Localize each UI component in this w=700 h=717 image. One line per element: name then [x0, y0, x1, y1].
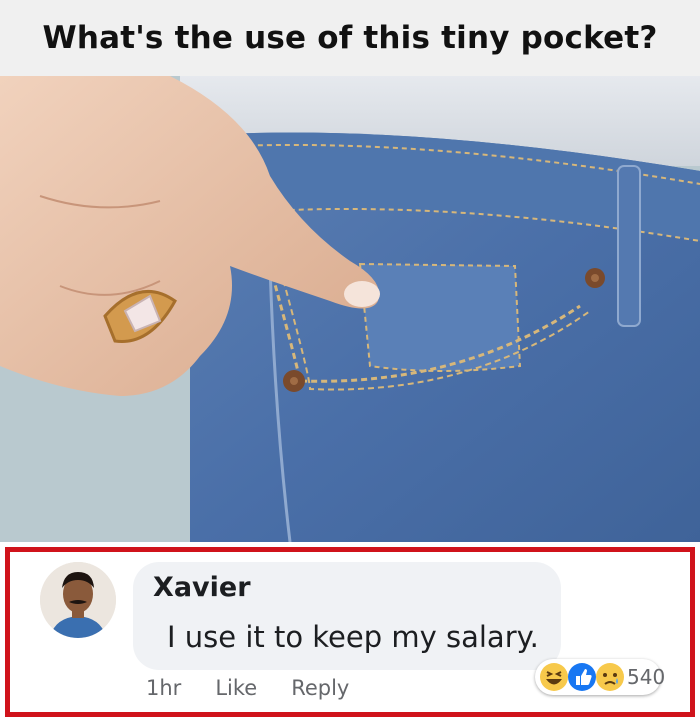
like-reaction-icon [568, 663, 596, 691]
comment-bubble: Xavier I use it to keep my salary. [133, 562, 561, 670]
reaction-count: 540 [627, 665, 666, 689]
sad-reaction-icon [596, 663, 624, 691]
jeans-pocket-photo [0, 76, 700, 542]
reply-button[interactable]: Reply [291, 676, 349, 700]
post-title: What's the use of this tiny pocket? [42, 20, 658, 56]
reaction-summary[interactable]: 540 [535, 659, 665, 695]
comment-time[interactable]: 1hr [146, 676, 181, 700]
avatar[interactable] [40, 562, 116, 638]
like-button[interactable]: Like [215, 676, 257, 700]
haha-reaction-icon [540, 663, 568, 691]
post-header: What's the use of this tiny pocket? [0, 0, 700, 76]
comment-text: I use it to keep my salary. [167, 620, 539, 654]
comment-actions: 1hr Like Reply [146, 676, 349, 700]
highlighted-comment: Xavier I use it to keep my salary. 1hr L… [5, 547, 695, 717]
comment-author[interactable]: Xavier [153, 572, 251, 603]
